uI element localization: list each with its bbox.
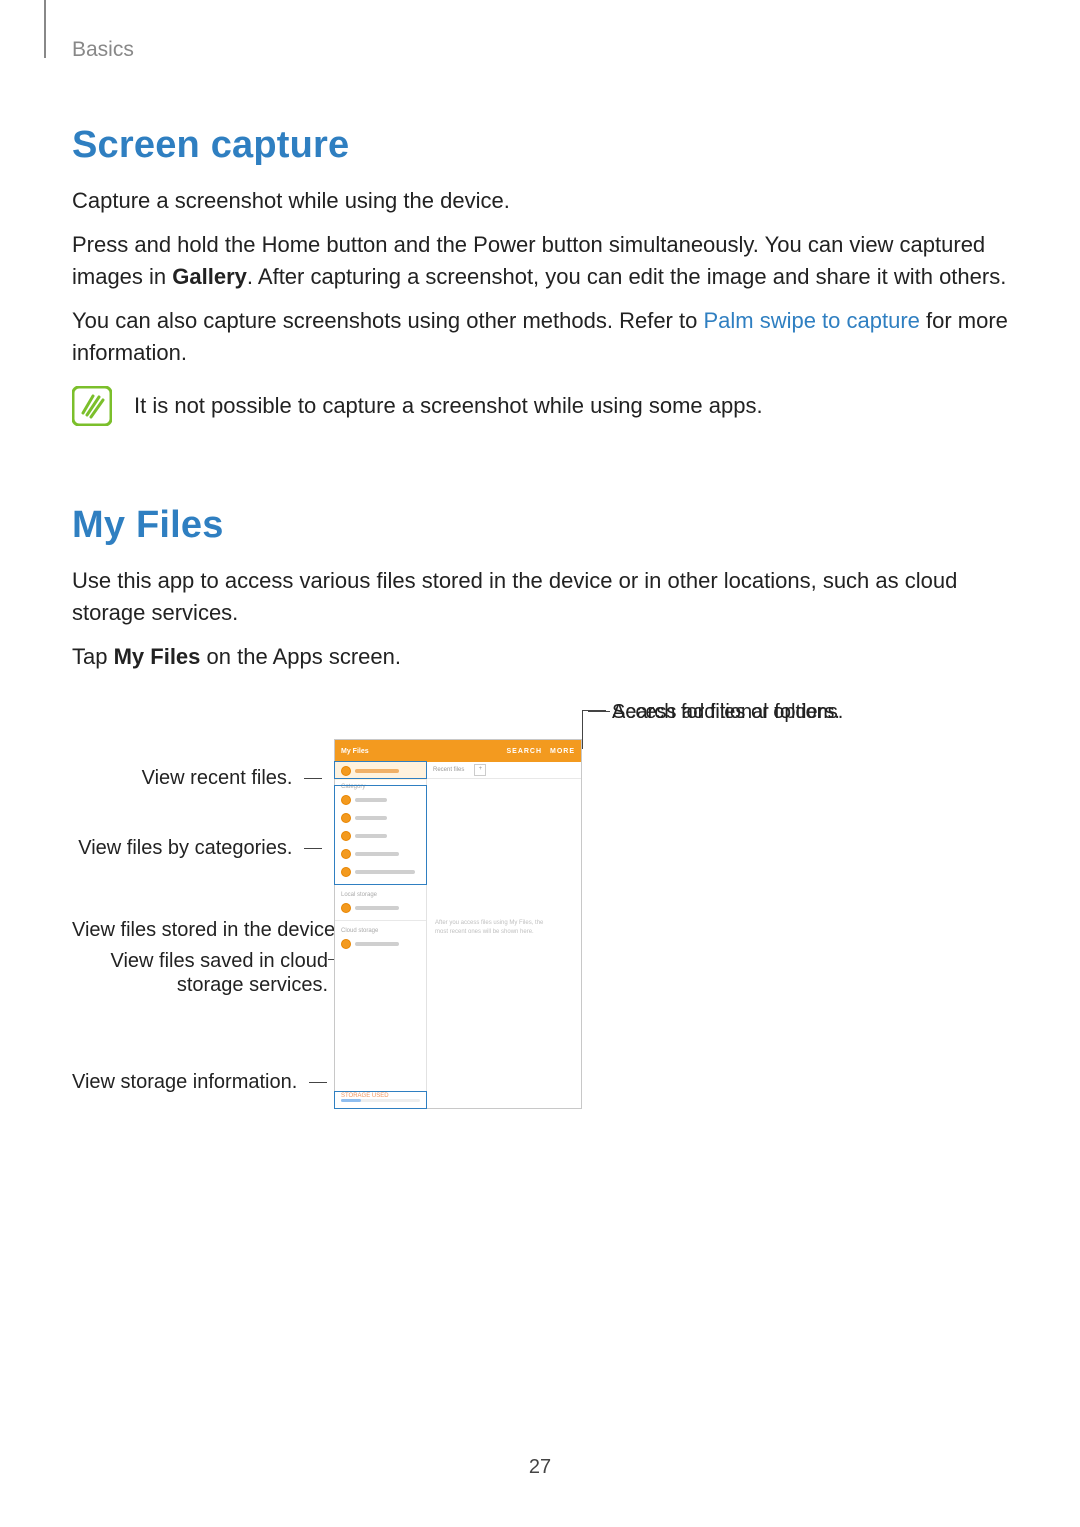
text: on the Apps screen. <box>200 644 401 669</box>
app-title: My Files <box>341 748 369 755</box>
tab-recent-files[interactable]: Recent files <box>433 767 464 773</box>
add-tab-button[interactable]: + <box>474 764 486 776</box>
link-palm-swipe[interactable]: Palm swipe to capture <box>703 308 919 333</box>
device-screenshot: My Files SEARCH MORE Category <box>334 739 582 1109</box>
sidebar-item-label <box>355 798 387 802</box>
sidebar-item-images[interactable] <box>335 791 426 809</box>
paragraph: Press and hold the Home button and the P… <box>72 229 1008 293</box>
sidebar-item-label <box>355 906 399 910</box>
audio-icon <box>341 831 351 841</box>
cloud-icon <box>341 939 351 949</box>
callout-label: storage services. <box>177 974 328 996</box>
callout-recent: View recent files. <box>72 767 328 790</box>
sidebar-section-local: Local storage <box>335 888 426 899</box>
heading-screen-capture: Screen capture <box>72 124 1008 167</box>
paragraph: Tap My Files on the Apps screen. <box>72 641 1008 673</box>
margin-rule <box>44 0 46 58</box>
sidebar-item-documents[interactable] <box>335 845 426 863</box>
sidebar-item-label <box>355 769 399 773</box>
text: You can also capture screenshots using o… <box>72 308 703 333</box>
callout-label: Access additional options. <box>612 701 843 723</box>
sidebar-item-label <box>355 870 415 874</box>
sidebar-item-recent[interactable] <box>335 762 426 780</box>
document-icon <box>341 849 351 859</box>
device-content: Recent files + After you access files us… <box>427 762 581 1108</box>
text: Tap <box>72 644 114 669</box>
callout-label: View files saved in cloud <box>110 950 328 972</box>
figure-my-files: Search for files or folders. Access addi… <box>72 701 1012 1121</box>
sidebar-section-cloud: Cloud storage <box>335 924 426 935</box>
sidebar-item-downloads[interactable] <box>335 863 426 881</box>
sidebar-item-label <box>355 942 399 946</box>
search-action[interactable]: SEARCH <box>506 748 542 755</box>
note-icon <box>72 386 112 426</box>
page-number: 27 <box>0 1456 1080 1479</box>
paragraph: You can also capture screenshots using o… <box>72 305 1008 369</box>
sidebar-item-device-storage[interactable] <box>335 899 426 917</box>
content-tabrow: Recent files + <box>427 762 581 779</box>
callout-label: View recent files. <box>142 767 293 789</box>
storage-progress <box>341 1099 420 1102</box>
breadcrumb: Basics <box>72 38 1008 62</box>
callout-storage: View storage information. <box>72 1071 328 1094</box>
sidebar-section-category: Category <box>335 780 426 791</box>
titlebar-actions: SEARCH MORE <box>500 748 575 755</box>
sidebar-item-cloud[interactable] <box>335 935 426 953</box>
sidebar-item-label <box>355 852 399 856</box>
heading-my-files: My Files <box>72 504 1008 547</box>
manual-page: Basics Screen capture Capture a screensh… <box>0 0 1080 1527</box>
more-action[interactable]: MORE <box>550 748 575 755</box>
phone-icon <box>341 903 351 913</box>
callout-label: View storage information. <box>72 1071 297 1093</box>
sidebar-item-audio[interactable] <box>335 827 426 845</box>
callout-label: View files by categories. <box>78 837 292 859</box>
paragraph: Use this app to access various files sto… <box>72 565 1008 629</box>
callout-cloud: View files saved in cloud storage servic… <box>72 949 328 997</box>
text: After you access files using My Files, t… <box>435 920 543 926</box>
download-icon <box>341 867 351 877</box>
text: most recent ones will be shown here. <box>435 929 534 935</box>
sidebar-item-videos[interactable] <box>335 809 426 827</box>
clock-icon <box>341 766 351 776</box>
note-row: It is not possible to capture a screensh… <box>72 386 1008 426</box>
device-sidebar: Category Local storage Cloud storage STO… <box>335 762 427 1108</box>
callout-categories: View files by categories. <box>72 837 328 860</box>
text: . After capturing a screenshot, you can … <box>247 264 1006 289</box>
sidebar-item-label <box>355 816 387 820</box>
text-bold-gallery: Gallery <box>172 264 247 289</box>
sidebar-storage-used[interactable]: STORAGE USED <box>335 1088 426 1108</box>
empty-state: After you access files using My Files, t… <box>427 919 581 936</box>
image-icon <box>341 795 351 805</box>
sidebar-item-label <box>355 834 387 838</box>
video-icon <box>341 813 351 823</box>
callout-device-storage: View files stored in the device. <box>72 919 328 942</box>
app-titlebar: My Files SEARCH MORE <box>335 740 581 762</box>
callout-more: Access additional options. <box>612 701 843 724</box>
paragraph: Capture a screenshot while using the dev… <box>72 185 1008 217</box>
note-text: It is not possible to capture a screensh… <box>134 393 763 419</box>
callout-label: View files stored in the device. <box>72 919 341 941</box>
text-bold-myfiles: My Files <box>114 644 201 669</box>
